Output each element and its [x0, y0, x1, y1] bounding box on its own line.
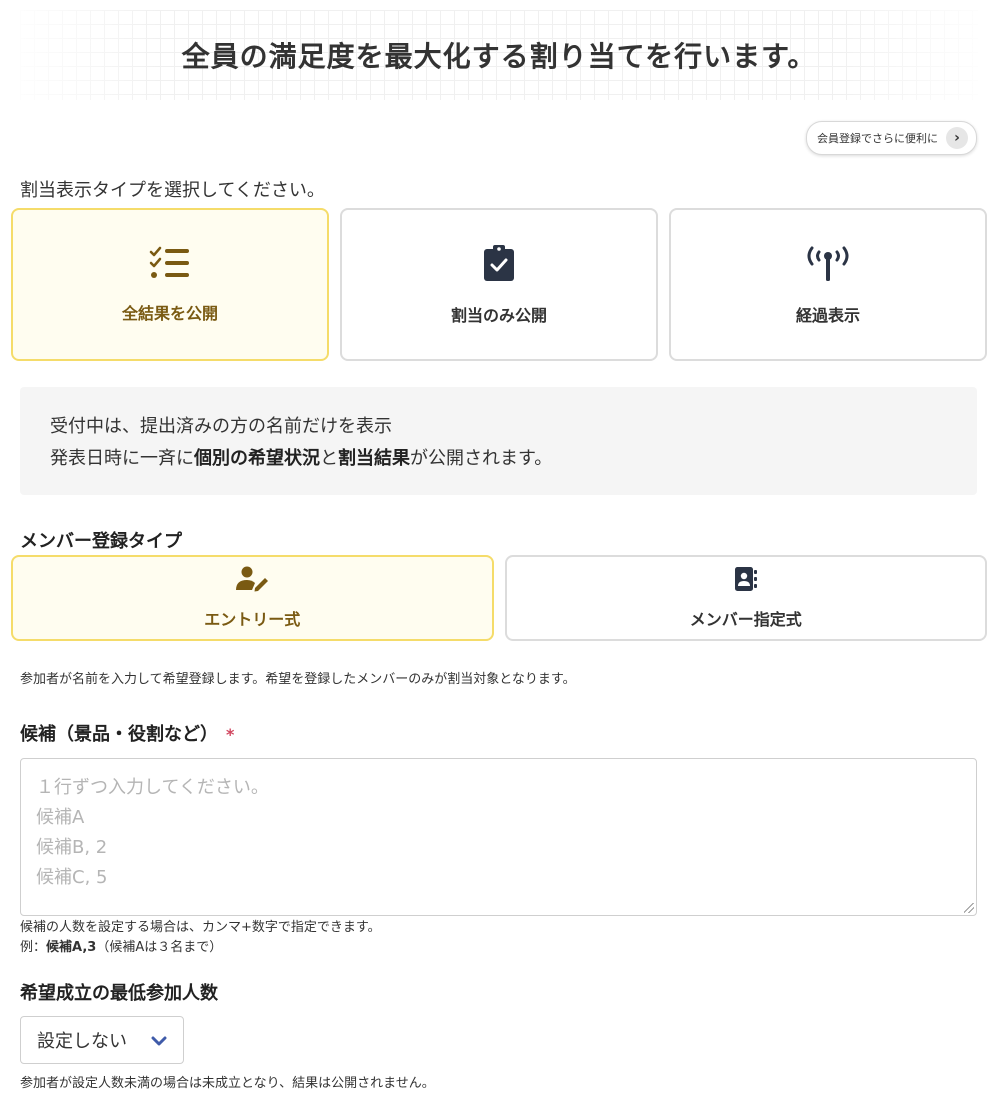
- display-type-option-label: 全結果を公開: [121, 303, 218, 323]
- member-type-option-label: メンバー指定式: [689, 610, 802, 629]
- placeholder-line: 候補A: [36, 807, 85, 828]
- description-line-1: 受付中は、提出済みの方の名前だけを表示: [50, 416, 392, 437]
- placeholder-line: 候補C, 5: [36, 867, 108, 888]
- page-header: 全員の満足度を最大化する割り当てを行います。: [20, 10, 978, 100]
- signup-button[interactable]: 会員登録でさらに便利に ›: [806, 121, 977, 155]
- candidates-example: 例：候補A,3（候補Aは３名まで）: [20, 940, 223, 955]
- min-participants-label: 希望成立の最低参加人数: [20, 983, 218, 1004]
- candidates-help: 候補の人数を設定する場合は、カンマ+数字で指定できます。 例：候補A,3（候補A…: [20, 918, 381, 958]
- display-type-options: 全結果を公開 割当のみ公開 経過表示: [11, 208, 987, 361]
- description-line-2: 発表日時に一斉に個別の希望状況と割当結果が公開されます。: [50, 448, 553, 469]
- member-type-option-entry[interactable]: エントリー式: [11, 555, 494, 641]
- placeholder-line: １行ずつ入力してください。: [36, 777, 269, 798]
- checklist-icon: [149, 246, 191, 284]
- member-type-option-label: エントリー式: [204, 610, 301, 629]
- member-type-label: メンバー登録タイプ: [20, 531, 182, 552]
- member-type-help: 参加者が名前を入力して希望登録します。希望を登録したメンバーのみが割当対象となり…: [20, 672, 576, 687]
- member-type-option-specified[interactable]: メンバー指定式: [504, 555, 987, 641]
- display-type-description: 受付中は、提出済みの方の名前だけを表示 発表日時に一斉に個別の希望状況と割当結果…: [20, 387, 977, 495]
- signup-button-label: 会員登録でさらに便利に: [817, 132, 938, 145]
- user-pen-icon: [236, 566, 269, 596]
- resize-handle[interactable]: [964, 903, 974, 913]
- chevron-down-icon: [151, 1031, 167, 1050]
- chevron-right-icon: ›: [946, 127, 968, 149]
- placeholder-line: 候補B, 2: [36, 837, 108, 858]
- member-type-options: エントリー式 メンバー指定式: [11, 555, 987, 641]
- clipboard-check-icon: [483, 244, 515, 286]
- candidates-label: 候補（景品・役割など） *: [20, 724, 235, 745]
- address-book-icon: [734, 566, 758, 596]
- display-type-option-assignment[interactable]: 割当のみ公開: [340, 208, 658, 361]
- display-type-option-label: 割当のみ公開: [450, 305, 547, 325]
- candidates-textarea[interactable]: １行ずつ入力してください。 候補A 候補B, 2 候補C, 5: [20, 758, 977, 916]
- display-type-option-all[interactable]: 全結果を公開: [11, 208, 329, 361]
- page-title: 全員の満足度を最大化する割り当てを行います。: [181, 40, 817, 73]
- min-participants-value: 設定しない: [37, 1031, 127, 1052]
- min-participants-help: 参加者が設定人数未満の場合は未成立となり、結果は公開されません。: [20, 1076, 435, 1091]
- required-mark: *: [226, 725, 235, 744]
- display-type-label: 割当表示タイプを選択してください。: [20, 180, 325, 201]
- display-type-option-progress[interactable]: 経過表示: [669, 208, 987, 361]
- min-participants-select[interactable]: 設定しない: [20, 1016, 184, 1064]
- broadcast-antenna-icon: [805, 244, 851, 286]
- display-type-option-label: 経過表示: [795, 305, 860, 325]
